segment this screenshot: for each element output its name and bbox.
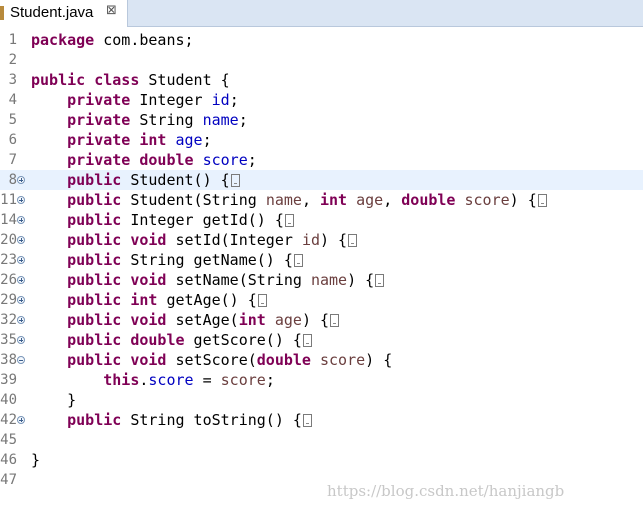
code-text[interactable]: private String name; [31, 110, 248, 130]
code-line[interactable]: 42 public String toString() { [0, 410, 643, 430]
code-text[interactable]: public double getScore() { [31, 330, 312, 350]
java-file-icon [0, 6, 4, 20]
expand-fold-icon[interactable] [17, 216, 25, 224]
line-number: 4 [8, 92, 17, 108]
line-number: 32 [0, 312, 17, 328]
code-text[interactable]: this.score = score; [31, 370, 275, 390]
line-number: 29 [0, 292, 17, 308]
code-line[interactable]: 45 [0, 430, 643, 450]
code-line[interactable]: 23 public String getName() { [0, 250, 643, 270]
line-number: 8 [8, 172, 17, 188]
code-line[interactable]: 6 private int age; [0, 130, 643, 150]
code-editor[interactable]: 1 package com.beans; 2 3 public class Studen… [0, 27, 643, 512]
watermark: https://blog.csdn.net/hanjiangb [327, 482, 565, 500]
expand-fold-icon[interactable] [17, 176, 25, 184]
expand-fold-icon[interactable] [17, 236, 25, 244]
code-line[interactable]: 29 public int getAge() { [0, 290, 643, 310]
line-number: 46 [0, 452, 17, 468]
line-number: 20 [0, 232, 17, 248]
code-line[interactable]: 7 private double score; [0, 150, 643, 170]
line-number: 14 [0, 212, 17, 228]
line-number: 38 [0, 352, 17, 368]
line-number: 40 [0, 392, 17, 408]
code-text[interactable]: public class Student { [31, 70, 230, 90]
code-line[interactable]: 4 private Integer id; [0, 90, 643, 110]
collapse-fold-icon[interactable] [17, 356, 25, 364]
code-text[interactable]: package com.beans; [31, 30, 194, 50]
code-text[interactable]: public int getAge() { [31, 290, 267, 310]
folded-code-icon[interactable] [284, 214, 294, 227]
folded-code-icon[interactable] [348, 234, 358, 247]
code-text[interactable]: private Integer id; [31, 90, 239, 110]
expand-fold-icon[interactable] [17, 296, 25, 304]
code-line[interactable]: 39 this.score = score; [0, 370, 643, 390]
code-line[interactable]: 11 public Student(String name, int age, … [0, 190, 643, 210]
code-text[interactable]: private double score; [31, 150, 257, 170]
code-text[interactable]: public String getName() { [31, 250, 303, 270]
code-line[interactable]: 2 [0, 50, 643, 70]
folded-code-icon[interactable] [302, 334, 312, 347]
folded-code-icon[interactable] [230, 174, 240, 187]
line-number: 7 [8, 152, 17, 168]
code-line[interactable]: 40 } [0, 390, 643, 410]
code-text[interactable]: } [31, 390, 76, 410]
code-line[interactable]: 3 public class Student { [0, 70, 643, 90]
code-text[interactable]: public Student() { [31, 170, 240, 190]
code-line[interactable]: 20 public void setId(Integer id) { [0, 230, 643, 250]
line-number: 6 [8, 132, 17, 148]
expand-fold-icon[interactable] [17, 276, 25, 284]
folded-code-icon[interactable] [330, 314, 340, 327]
expand-fold-icon[interactable] [17, 316, 25, 324]
line-number: 26 [0, 272, 17, 288]
folded-code-icon[interactable] [302, 414, 312, 427]
code-text[interactable]: } [31, 450, 40, 470]
line-number: 23 [0, 252, 17, 268]
line-number: 3 [8, 72, 17, 88]
code-line[interactable]: 46} [0, 450, 643, 470]
line-number: 5 [8, 112, 17, 128]
code-line[interactable]: 14 public Integer getId() { [0, 210, 643, 230]
tab-student-java[interactable]: Student.java ⊠ [0, 0, 128, 27]
expand-fold-icon[interactable] [17, 196, 25, 204]
folded-code-icon[interactable] [537, 194, 547, 207]
line-number: 39 [0, 372, 17, 388]
folded-code-icon[interactable] [375, 274, 385, 287]
expand-fold-icon[interactable] [17, 256, 25, 264]
code-text[interactable]: private int age; [31, 130, 212, 150]
close-icon[interactable]: ⊠ [106, 3, 117, 18]
line-number: 2 [8, 52, 17, 68]
code-text[interactable]: public void setName(String name) { [31, 270, 385, 290]
folded-code-icon[interactable] [293, 254, 303, 267]
code-line[interactable]: 38 public void setScore(double score) { [0, 350, 643, 370]
code-text[interactable]: public void setAge(int age) { [31, 310, 340, 330]
line-number: 45 [0, 432, 17, 448]
editor-tab-bar: Student.java ⊠ [0, 0, 643, 27]
line-number: 11 [0, 192, 17, 208]
code-line[interactable]: 26 public void setName(String name) { [0, 270, 643, 290]
code-text[interactable]: public void setScore(double score) { [31, 350, 392, 370]
tab-title[interactable]: Student.java [10, 4, 93, 21]
code-text[interactable]: public Student(String name, int age, dou… [31, 190, 547, 210]
line-number: 47 [0, 472, 17, 488]
code-line[interactable]: 1 package com.beans; [0, 30, 643, 50]
code-text[interactable]: public void setId(Integer id) { [31, 230, 358, 250]
folded-code-icon[interactable] [257, 294, 267, 307]
code-line[interactable]: 32 public void setAge(int age) { [0, 310, 643, 330]
line-number: 42 [0, 412, 17, 428]
code-line[interactable]: 8 public Student() { [0, 170, 643, 190]
line-number: 1 [8, 32, 17, 48]
expand-fold-icon[interactable] [17, 336, 25, 344]
expand-fold-icon[interactable] [17, 416, 25, 424]
line-number: 35 [0, 332, 17, 348]
code-text[interactable]: public String toString() { [31, 410, 312, 430]
code-line[interactable]: 35 public double getScore() { [0, 330, 643, 350]
code-line[interactable]: 5 private String name; [0, 110, 643, 130]
code-text[interactable]: public Integer getId() { [31, 210, 294, 230]
